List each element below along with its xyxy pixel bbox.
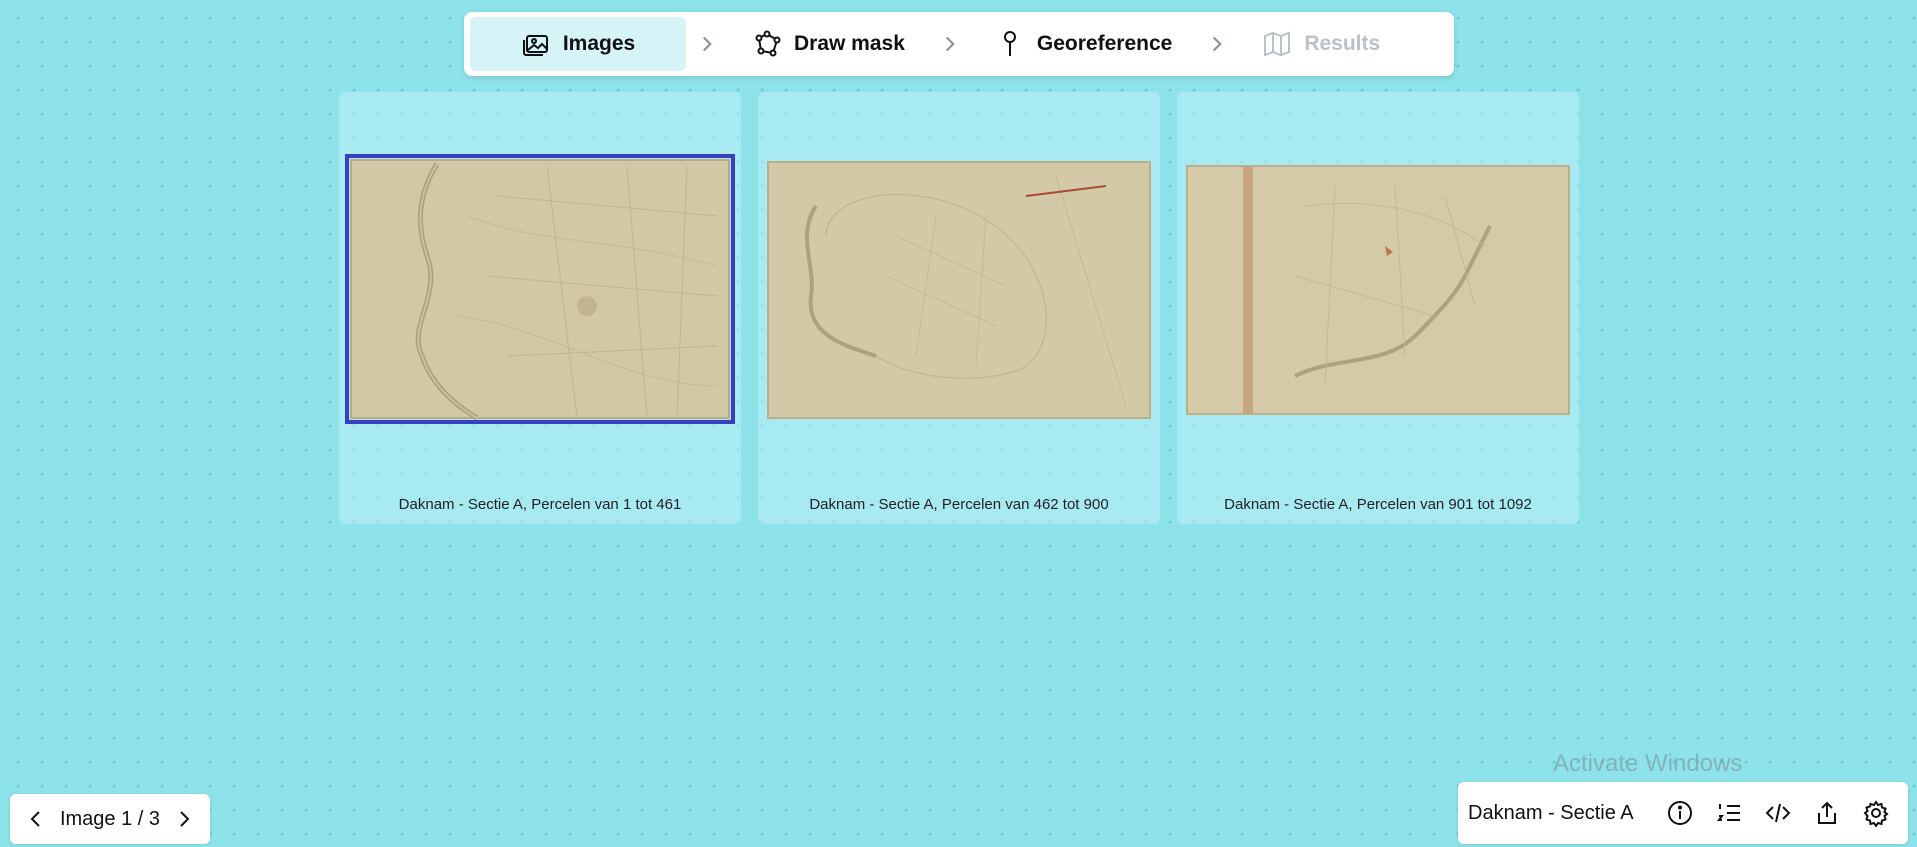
workflow-stepper: Images Draw mask Georeference Results xyxy=(464,12,1454,76)
map-title: Daknam - Sectie A xyxy=(1468,801,1634,824)
step-results-label: Results xyxy=(1304,32,1381,55)
step-images-label: Images xyxy=(562,32,636,55)
image-card[interactable]: Daknam - Sectie A, Percelen van 901 tot … xyxy=(1177,92,1579,524)
map-thumbnail[interactable] xyxy=(766,156,1152,422)
step-georeference-label: Georeference xyxy=(1036,32,1173,55)
image-caption: Daknam - Sectie A, Percelen van 1 tot 46… xyxy=(398,496,682,513)
list-button[interactable] xyxy=(1708,792,1750,834)
code-button[interactable] xyxy=(1757,792,1799,834)
cadastral-map-image xyxy=(350,159,730,421)
image-caption: Daknam - Sectie A, Percelen van 901 tot … xyxy=(1224,496,1532,513)
settings-button[interactable] xyxy=(1855,792,1897,834)
image-pager: Image 1 / 3 xyxy=(10,794,210,844)
chevron-right-icon xyxy=(1213,36,1223,52)
watermark-title: Activate Windows xyxy=(1553,750,1743,777)
cadastral-map-image xyxy=(767,161,1151,419)
map-icon xyxy=(1264,31,1291,57)
chevron-right-icon xyxy=(702,36,712,52)
info-button[interactable] xyxy=(1659,792,1701,834)
polygon-icon xyxy=(755,30,781,57)
image-card[interactable]: Daknam - Sectie A, Percelen van 462 tot … xyxy=(758,92,1160,524)
share-button[interactable] xyxy=(1806,792,1848,834)
pager-label: Image 1 / 3 xyxy=(59,807,161,830)
map-toolbar: Daknam - Sectie A xyxy=(1458,782,1908,844)
map-thumbnail[interactable] xyxy=(345,154,735,424)
info-icon xyxy=(1667,801,1692,825)
image-caption: Daknam - Sectie A, Percelen van 462 tot … xyxy=(809,496,1109,513)
share-icon xyxy=(1817,801,1836,824)
chevron-right-icon[interactable] xyxy=(172,807,196,831)
code-icon xyxy=(1765,803,1791,823)
settings-icon xyxy=(1863,800,1889,827)
step-draw-mask-label: Draw mask xyxy=(794,32,905,55)
pin-icon xyxy=(1003,31,1016,56)
step-results: Results xyxy=(1238,17,1404,71)
list-icon xyxy=(1716,804,1740,821)
step-georeference[interactable]: Georeference xyxy=(971,17,1196,71)
images-icon xyxy=(522,35,548,56)
step-draw-mask[interactable]: Draw mask xyxy=(728,17,929,71)
chevron-right-icon xyxy=(945,36,955,52)
step-images[interactable]: Images xyxy=(470,17,686,71)
image-card[interactable]: Daknam - Sectie A, Percelen van 1 tot 46… xyxy=(339,92,741,524)
cadastral-map-image xyxy=(1186,165,1570,415)
chevron-left-icon[interactable] xyxy=(24,807,48,831)
map-thumbnail[interactable] xyxy=(1185,156,1571,422)
